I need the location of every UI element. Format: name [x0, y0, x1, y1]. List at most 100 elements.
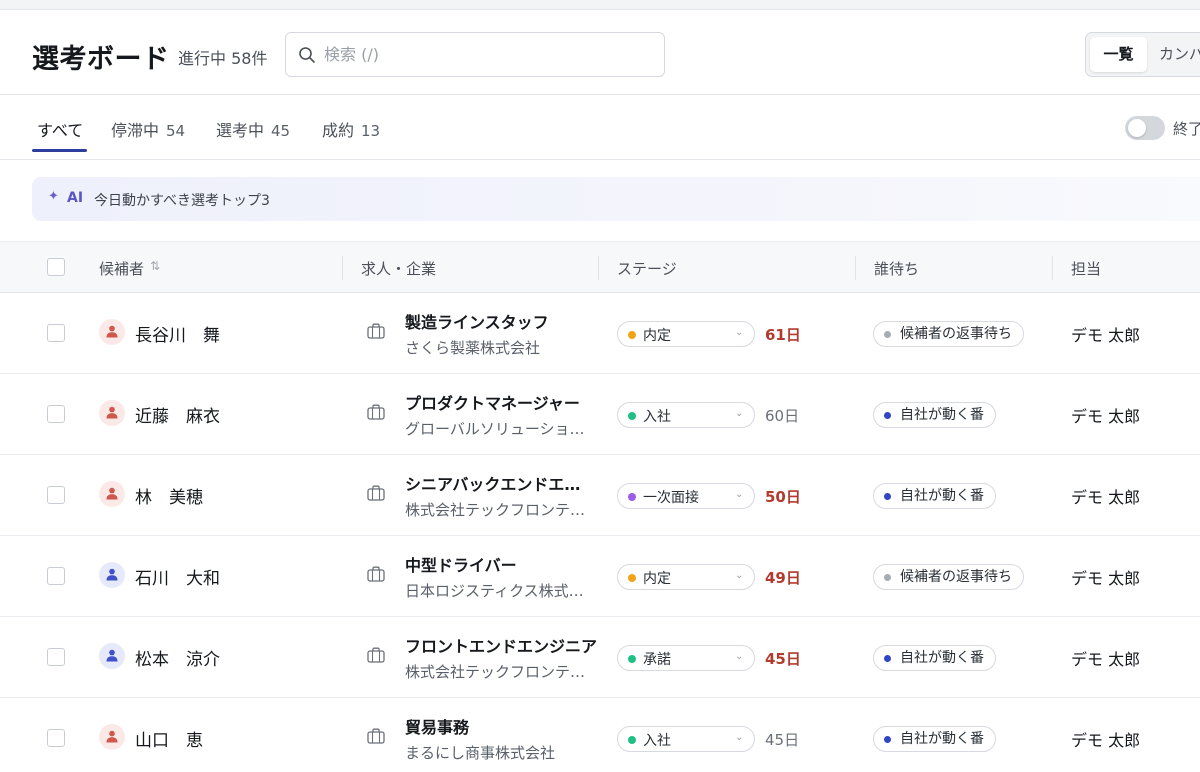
column-header-stage[interactable]: ステージ — [617, 258, 677, 279]
table-header: 候補者 ⇅ 求人・企業 ステージ 誰待ち 担当 — [0, 241, 1200, 293]
top-strip — [0, 0, 1200, 10]
company-name: さくら製薬株式会社 — [405, 339, 541, 357]
person-icon — [106, 406, 118, 419]
chevron-down-icon: ⌄ — [735, 327, 744, 338]
stage-label: 一次面接 — [643, 490, 699, 506]
show-finished-toggle[interactable] — [1125, 116, 1165, 140]
job-title[interactable]: 貿易事務 — [405, 714, 600, 738]
tab-count: 54 — [166, 122, 186, 140]
column-header-owner[interactable]: 担当 — [1071, 258, 1101, 279]
waiting-badge: 候補者の返事待ち — [873, 321, 1024, 347]
row-checkbox[interactable] — [47, 324, 65, 342]
table-row[interactable]: 石川 大和 中型ドライバー 日本ロジスティクス株式… 内定 ⌄ 49日 候補者の返事待ち デモ… — [0, 536, 1200, 617]
waiting-dot — [884, 574, 891, 581]
owner-name: デモ 太郎 — [1071, 407, 1141, 426]
briefcase-icon — [367, 404, 385, 420]
chevron-down-icon: ⌄ — [735, 408, 744, 419]
row-checkbox[interactable] — [47, 648, 65, 666]
search-box[interactable] — [285, 32, 665, 77]
candidate-name[interactable]: 長谷川 舞 — [135, 321, 220, 346]
job-title[interactable]: 中型ドライバー — [405, 552, 600, 576]
candidate-name[interactable]: 林 美穂 — [135, 483, 203, 508]
days-elapsed: 49日 — [765, 569, 801, 587]
row-checkbox[interactable] — [47, 567, 65, 585]
search-icon — [299, 47, 315, 63]
select-all-checkbox[interactable] — [47, 258, 65, 276]
waiting-dot — [884, 331, 891, 338]
sort-icon[interactable]: ⇅ — [150, 259, 160, 273]
stage-select[interactable]: 内定 ⌄ — [617, 321, 755, 347]
stage-label: 承諾 — [643, 652, 671, 668]
table-row[interactable]: 近藤 麻衣 プロダクトマネージャー グローバルソリューショ… 入社 ⌄ 60日 自社が動く番… — [0, 374, 1200, 455]
row-checkbox[interactable] — [47, 405, 65, 423]
person-icon — [106, 487, 118, 500]
search-input[interactable] — [324, 33, 644, 76]
job-title[interactable]: シニアバックエンドエ… — [405, 471, 600, 495]
company-name: グローバルソリューショ… — [405, 420, 585, 438]
chevron-down-icon: ⌄ — [735, 651, 744, 662]
tab-label: すべて — [37, 121, 84, 140]
briefcase-icon — [367, 728, 385, 744]
owner-name: デモ 太郎 — [1071, 326, 1141, 345]
waiting-badge: 自社が動く番 — [873, 726, 996, 752]
tab-closed[interactable]: 成約 13 — [322, 117, 380, 141]
view-toggle: 一覧 カンバン — [1085, 32, 1200, 77]
ai-tag: AI — [67, 190, 84, 206]
briefcase-icon — [367, 647, 385, 663]
waiting-dot — [884, 655, 891, 662]
stage-select[interactable]: 入社 ⌄ — [617, 402, 755, 428]
candidate-name[interactable]: 近藤 麻衣 — [135, 402, 220, 427]
stage-select[interactable]: 一次面接 ⌄ — [617, 483, 755, 509]
candidate-name[interactable]: 松本 涼介 — [135, 645, 220, 670]
row-checkbox[interactable] — [47, 729, 65, 747]
days-elapsed: 45日 — [765, 650, 801, 668]
owner-name: デモ 太郎 — [1071, 569, 1141, 588]
table-row[interactable]: 山口 恵 貿易事務 まるにし商事株式会社 入社 ⌄ 45日 自社が動く番 デモ 太郎 — [0, 698, 1200, 772]
active-tab-indicator — [32, 149, 87, 152]
company-name: 株式会社テックフロンテ… — [405, 501, 586, 519]
page-title: 選考ボード — [32, 44, 170, 75]
waiting-badge: 自社が動く番 — [873, 402, 996, 428]
briefcase-icon — [367, 485, 385, 501]
briefcase-icon — [367, 323, 385, 339]
tab-all[interactable]: すべて — [37, 117, 83, 141]
view-kanban-button[interactable]: カンバン — [1159, 37, 1200, 72]
candidate-name[interactable]: 山口 恵 — [135, 726, 203, 751]
avatar — [99, 481, 125, 507]
chevron-down-icon: ⌄ — [735, 489, 744, 500]
stage-dot — [628, 412, 636, 420]
waiting-dot — [884, 412, 891, 419]
page-header: 選考ボード 進行中 58件 一覧 カンバン — [0, 10, 1200, 95]
stage-select[interactable]: 承諾 ⌄ — [617, 645, 755, 671]
stage-select[interactable]: 内定 ⌄ — [617, 564, 755, 590]
tab-count: 13 — [361, 122, 381, 140]
column-divider — [598, 256, 599, 280]
stage-select[interactable]: 入社 ⌄ — [617, 726, 755, 752]
waiting-label: 候補者の返事待ち — [900, 569, 1012, 585]
column-header-waiting[interactable]: 誰待ち — [874, 258, 919, 279]
row-checkbox[interactable] — [47, 486, 65, 504]
table-row[interactable]: 松本 涼介 フロントエンドエンジニア 株式会社テックフロンテ… 承諾 ⌄ 45日 自社が動く… — [0, 617, 1200, 698]
column-header-candidate[interactable]: 候補者 — [99, 258, 144, 279]
waiting-badge: 自社が動く番 — [873, 483, 996, 509]
briefcase-icon — [367, 566, 385, 582]
company-name: 株式会社テックフロンテ… — [405, 663, 586, 681]
job-title[interactable]: プロダクトマネージャー — [405, 390, 600, 414]
tab-in-selection[interactable]: 選考中 45 — [216, 117, 290, 141]
waiting-label: 候補者の返事待ち — [900, 326, 1012, 342]
view-list-button[interactable]: 一覧 — [1090, 37, 1147, 72]
table-row[interactable]: 林 美穂 シニアバックエンドエ… 株式会社テックフロンテ… 一次面接 ⌄ 50日 自社が動く… — [0, 455, 1200, 536]
stage-label: 内定 — [643, 571, 671, 587]
job-title[interactable]: 製造ラインスタッフ — [405, 309, 600, 333]
company-name: まるにし商事株式会社 — [405, 744, 556, 762]
column-divider — [855, 256, 856, 280]
tab-stalled[interactable]: 停滞中 54 — [111, 117, 185, 141]
tab-label: 選考中 — [216, 121, 265, 140]
person-icon — [106, 325, 118, 338]
candidate-name[interactable]: 石川 大和 — [135, 564, 220, 589]
ai-suggestion-banner[interactable]: ✦ AI 今日動かすべき選考トップ3 — [32, 177, 1200, 221]
table-row[interactable]: 長谷川 舞 製造ラインスタッフ さくら製薬株式会社 内定 ⌄ 61日 候補者の返事待ち デモ … — [0, 293, 1200, 374]
avatar — [99, 562, 125, 588]
column-header-job-company[interactable]: 求人・企業 — [361, 258, 436, 279]
job-title[interactable]: フロントエンドエンジニア — [405, 633, 600, 657]
